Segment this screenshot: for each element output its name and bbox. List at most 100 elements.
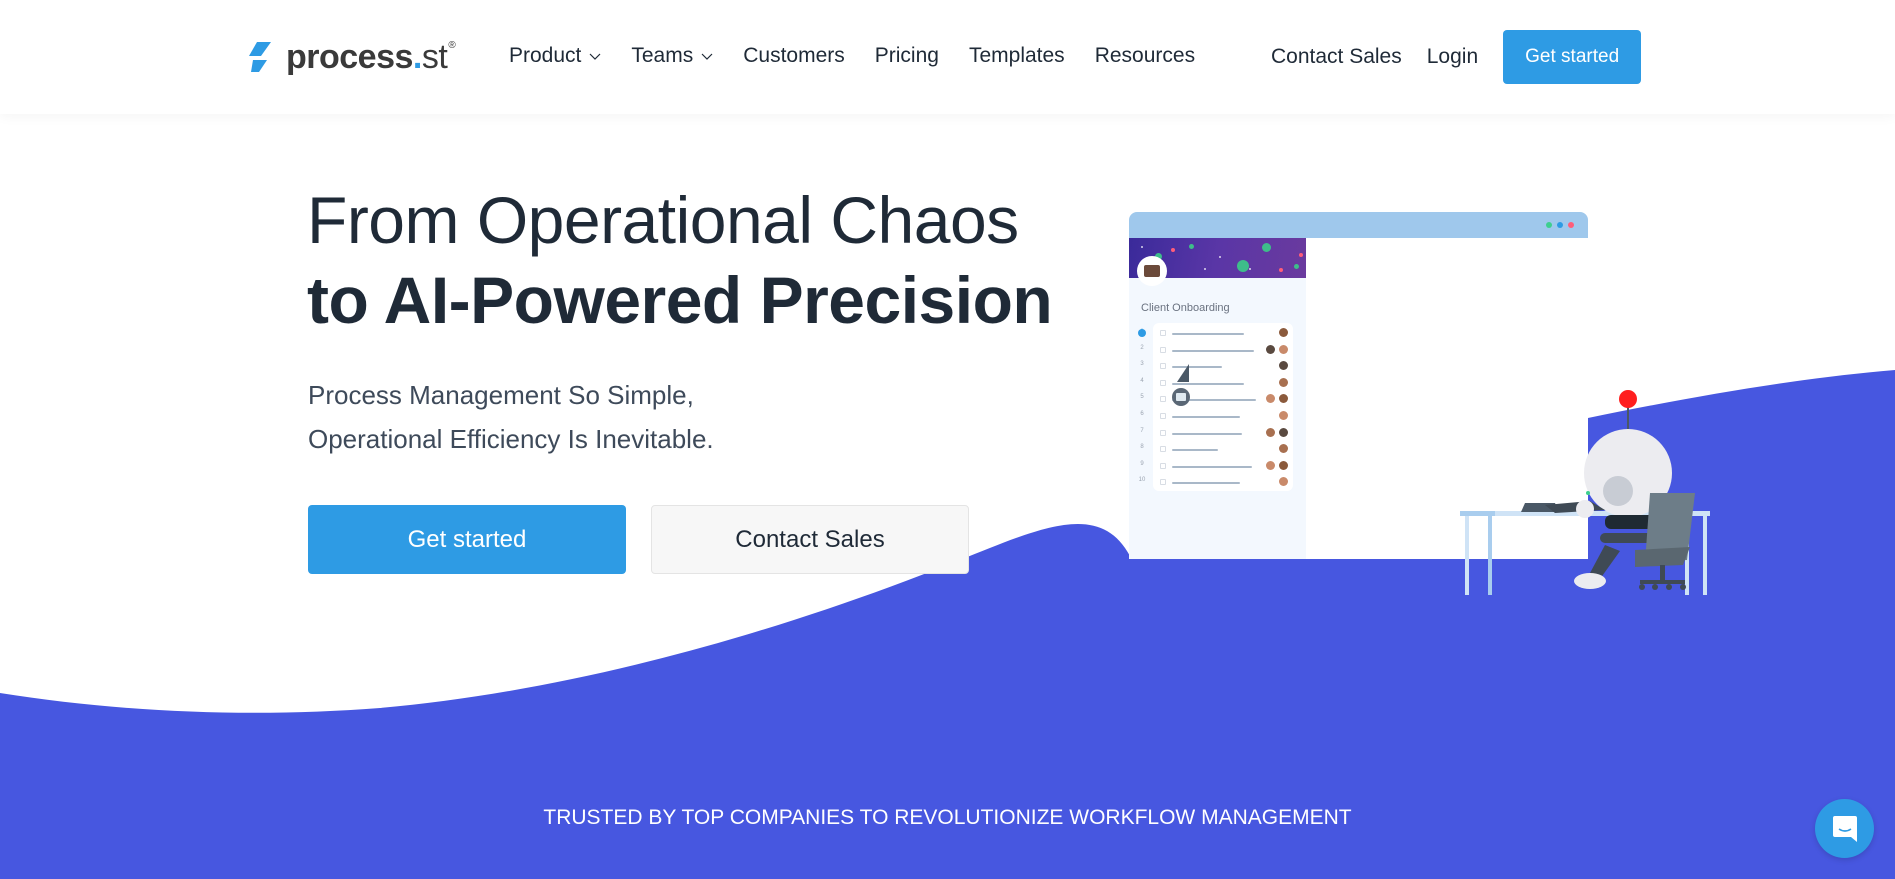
- checkbox-icon: [1160, 346, 1166, 353]
- nav-item-label: Customers: [743, 44, 845, 67]
- task-placeholder-line: [1172, 416, 1240, 418]
- star-dot: [1299, 253, 1303, 257]
- checkbox-icon: [1160, 379, 1166, 386]
- row-number: 5: [1140, 394, 1144, 401]
- checkbox-icon: [1160, 446, 1166, 453]
- assignee-avatar: [1279, 344, 1288, 354]
- assignee-avatar: [1266, 460, 1275, 470]
- checkbox-icon: [1160, 413, 1166, 419]
- chevron-down-icon: [589, 53, 601, 60]
- hero-subtitle-line-2: Operational Efficiency Is Inevitable.: [308, 424, 714, 454]
- checkbox-icon: [1160, 429, 1166, 436]
- task-placeholder-line: [1172, 449, 1218, 452]
- main-menu: Product Teams Customers Pricing Template…: [509, 44, 1225, 68]
- cursor-icon: [1172, 364, 1190, 406]
- assignee-avatar: [1279, 361, 1288, 371]
- check-badge-icon: [1189, 244, 1194, 249]
- briefcase-avatar: [1137, 256, 1167, 286]
- task-placeholder-line: [1172, 349, 1254, 352]
- window-dots: [1546, 222, 1574, 228]
- nav-item-customers[interactable]: Customers: [743, 44, 845, 68]
- nav-item-label: Resources: [1094, 44, 1196, 67]
- hero-subtitle: Process Management So Simple, Operationa…: [308, 373, 714, 461]
- checklist-row: 2: [1140, 342, 1293, 358]
- top-navigation: process.st ® Product Teams Customers Pri…: [0, 0, 1895, 114]
- row-number: 10: [1138, 477, 1146, 484]
- star-dot: [1219, 256, 1221, 258]
- assignee-avatar: [1279, 444, 1288, 454]
- row-number: 2: [1140, 344, 1144, 351]
- checkbox-icon: [1160, 462, 1166, 469]
- robot-illustration: [1460, 390, 1710, 595]
- assignee-avatar: [1279, 328, 1288, 337]
- nav-contact-sales-link[interactable]: Contact Sales: [1271, 45, 1402, 69]
- trusted-by-banner: TRUSTED BY TOP COMPANIES TO REVOLUTIONIZ…: [543, 806, 1352, 829]
- checkbox-icon: [1160, 479, 1166, 486]
- row-number: 1: [1138, 329, 1146, 337]
- checklist-row: 9: [1140, 458, 1293, 474]
- nav-item-product[interactable]: Product: [509, 44, 601, 68]
- hero-subtitle-line-1: Process Management So Simple,: [308, 380, 694, 410]
- assignee-avatar: [1279, 377, 1288, 387]
- row-number: 3: [1140, 361, 1144, 368]
- nav-item-label: Product: [509, 44, 582, 67]
- assignee-avatar: [1266, 344, 1275, 354]
- chat-widget-button[interactable]: [1815, 799, 1874, 858]
- star-dot: [1171, 248, 1175, 252]
- checklist-row: 1: [1138, 325, 1293, 341]
- row-number: 6: [1140, 411, 1144, 417]
- nav-login-link[interactable]: Login: [1427, 45, 1478, 69]
- window-dot-green: [1546, 222, 1552, 228]
- assignee-avatar: [1279, 460, 1288, 470]
- assignee-avatar: [1279, 477, 1288, 487]
- briefcase-icon: [1144, 265, 1160, 277]
- nav-actions: Contact Sales Login Get started: [1271, 30, 1642, 84]
- nav-item-label: Templates: [968, 44, 1065, 67]
- check-badge-icon: [1262, 243, 1271, 252]
- row-number: 9: [1140, 460, 1144, 467]
- task-placeholder-line: [1172, 432, 1242, 435]
- task-placeholder-line: [1172, 482, 1240, 485]
- nav-item-label: Pricing: [874, 44, 939, 67]
- check-badge-icon: [1294, 264, 1299, 269]
- brand-logo[interactable]: process.st ®: [247, 38, 456, 76]
- assignee-avatar: [1279, 411, 1288, 420]
- star-dot: [1204, 268, 1206, 270]
- assignee-avatar: [1279, 427, 1288, 437]
- logo-mark-icon: [249, 42, 271, 72]
- hero-title: From Operational Chaos to AI-Powered Pre…: [307, 180, 1053, 340]
- window-dot-red: [1568, 222, 1574, 228]
- checklist-row: 10: [1139, 474, 1293, 490]
- task-placeholder-line: [1172, 465, 1252, 468]
- star-dot: [1279, 268, 1283, 272]
- nav-item-resources[interactable]: Resources: [1095, 44, 1195, 68]
- registered-mark: ®: [448, 40, 456, 51]
- checklist-row: 7: [1140, 425, 1293, 441]
- window-dot-blue: [1557, 222, 1563, 228]
- checkbox-icon: [1160, 330, 1166, 336]
- row-number: 7: [1140, 427, 1144, 434]
- hero-title-line-2: to AI-Powered Precision: [307, 263, 1053, 337]
- nav-item-pricing[interactable]: Pricing: [875, 44, 939, 68]
- checkbox-icon: [1160, 396, 1166, 403]
- brand-name: process.st: [286, 38, 448, 76]
- mockup-window-titlebar: [1129, 212, 1588, 238]
- star-dot: [1249, 268, 1251, 270]
- chat-bubble-icon: [1832, 815, 1857, 842]
- chevron-down-icon: [701, 53, 713, 60]
- checklist-row: 6: [1140, 408, 1293, 424]
- assignee-avatar: [1279, 394, 1288, 404]
- row-number: 4: [1140, 377, 1144, 384]
- assignee-avatar: [1266, 427, 1275, 437]
- nav-item-label: Teams: [631, 44, 694, 67]
- nav-item-teams[interactable]: Teams: [631, 44, 713, 68]
- hero-get-started-button[interactable]: Get started: [308, 505, 626, 574]
- check-badge-icon: [1237, 260, 1249, 272]
- checklist-title: Client Onboarding: [1141, 302, 1230, 314]
- hero-contact-sales-button[interactable]: Contact Sales: [651, 505, 969, 574]
- nav-get-started-button[interactable]: Get started: [1503, 30, 1642, 84]
- assignee-avatar: [1266, 394, 1275, 404]
- nav-item-templates[interactable]: Templates: [969, 44, 1065, 68]
- checklist-row: 8: [1140, 441, 1293, 457]
- hero-title-line-1: From Operational Chaos: [307, 183, 1019, 257]
